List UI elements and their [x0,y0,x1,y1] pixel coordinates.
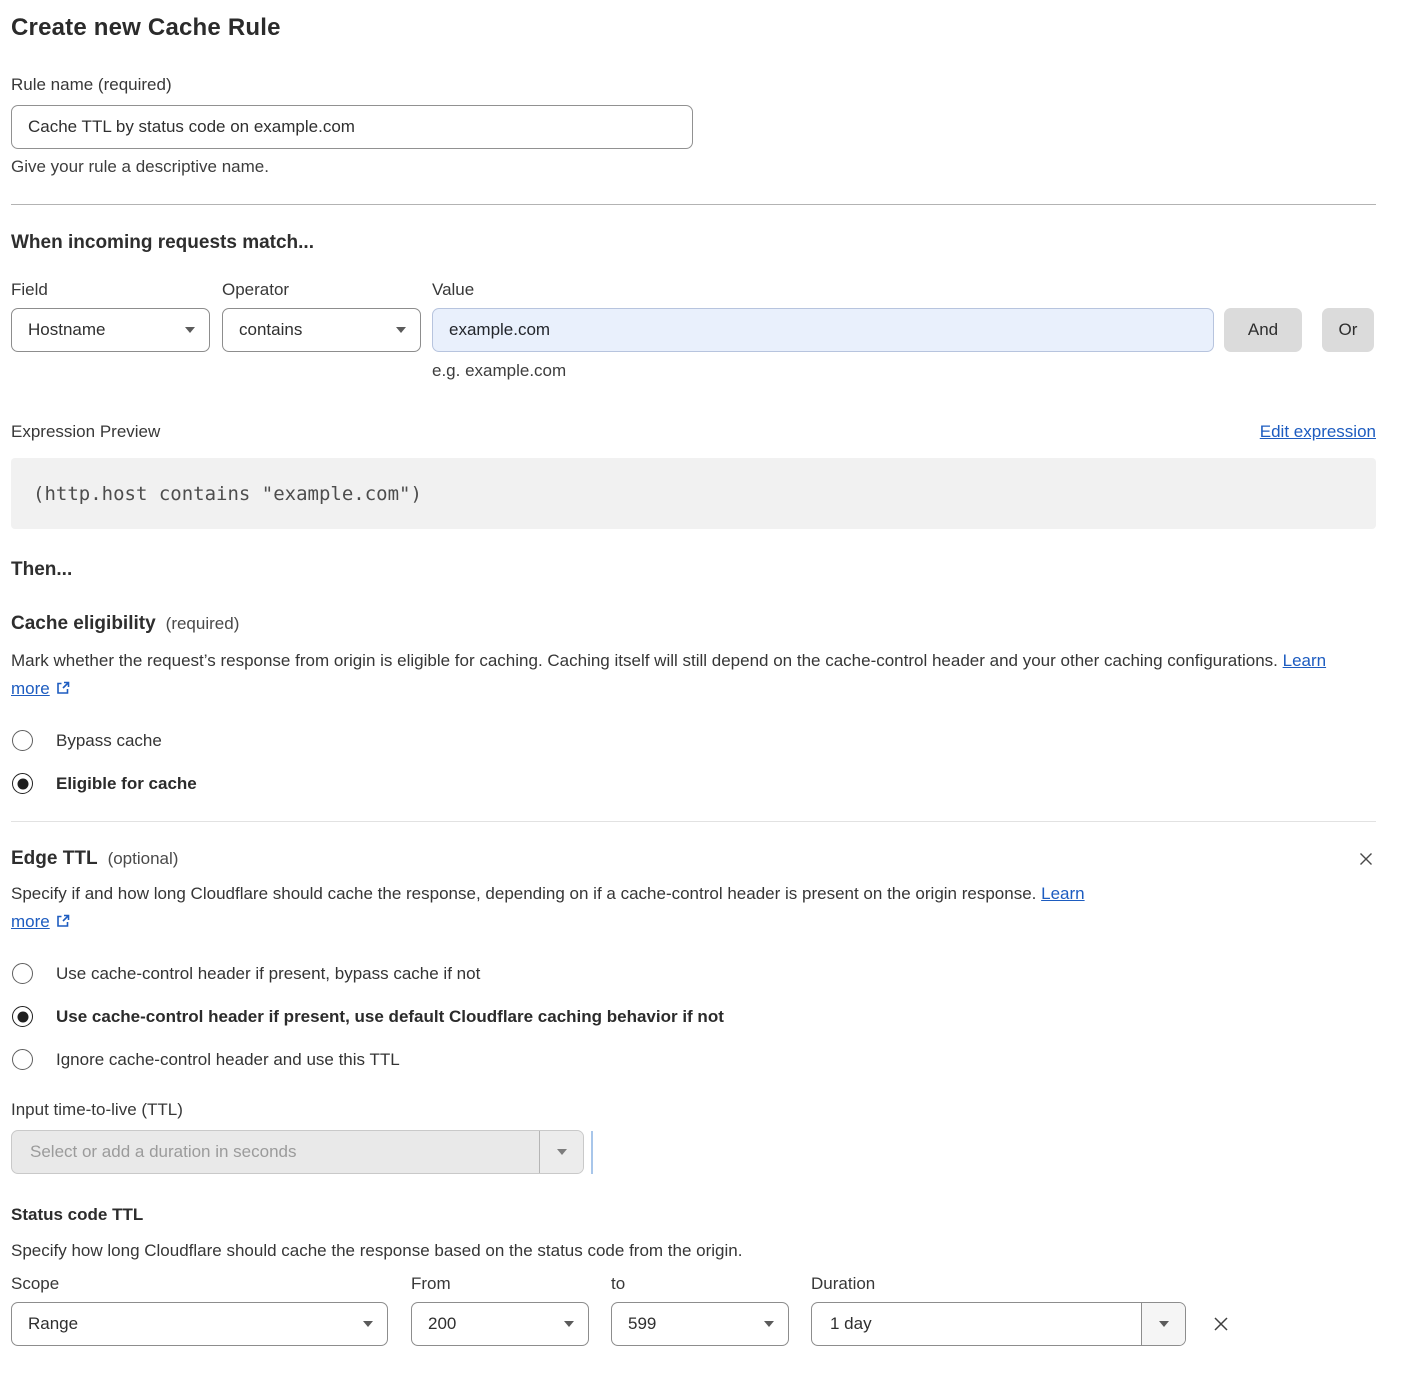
field-label: Field [11,280,222,300]
ttl-input-label: Input time-to-live (TTL) [11,1100,1376,1120]
edge-ttl-description: Specify if and how long Cloudflare shoul… [11,880,1115,936]
rule-name-label: Rule name (required) [11,75,1376,95]
match-condition-row: Hostname contains And Or [11,308,1376,352]
ttl-duration-dropdown-button [539,1131,583,1173]
caret-indicator [591,1131,593,1174]
cache-eligibility-description-text: Mark whether the request’s response from… [11,651,1278,670]
required-tag: (required) [166,614,240,634]
duration-select-value: 1 day [812,1303,1141,1345]
radio-option-eligible-for-cache[interactable]: Eligible for cache [11,773,1376,794]
duration-label: Duration [811,1274,875,1294]
from-label: From [411,1274,611,1294]
chevron-down-icon [396,327,406,333]
operator-label: Operator [222,280,432,300]
optional-tag: (optional) [108,849,179,869]
operator-select[interactable]: contains [222,308,421,352]
radio-checked-icon[interactable] [12,1006,33,1027]
edit-expression-link[interactable]: Edit expression [1260,422,1376,442]
value-label: Value [432,280,474,300]
and-button[interactable]: And [1224,308,1302,352]
ttl-duration-select: Select or add a duration in seconds [11,1130,584,1174]
scope-select[interactable]: Range [11,1302,388,1346]
expression-header: Expression Preview Edit expression [11,422,1376,442]
status-code-column-labels: Scope From to Duration [11,1274,1376,1294]
radio-option-label[interactable]: Ignore cache-control header and use this… [56,1050,400,1070]
expression-code: (http.host contains "example.com") [33,483,422,505]
radio-unchecked-icon[interactable] [12,1049,33,1070]
chevron-down-icon [557,1149,567,1155]
radio-option-use-header-bypass[interactable]: Use cache-control header if present, byp… [11,963,1376,984]
to-select-value: 599 [628,1314,656,1334]
section-divider [11,821,1376,822]
status-code-ttl-description: Specify how long Cloudflare should cache… [11,1241,1376,1261]
radio-option-label[interactable]: Use cache-control header if present, use… [56,1007,724,1027]
field-select[interactable]: Hostname [11,308,210,352]
rule-name-input[interactable] [11,105,693,149]
status-code-ttl-row: Range 200 599 1 day [11,1302,1376,1346]
field-select-value: Hostname [28,320,105,340]
radio-option-label[interactable]: Use cache-control header if present, byp… [56,964,480,984]
chevron-down-icon [564,1321,574,1327]
operator-select-value: contains [239,320,302,340]
radio-unchecked-icon[interactable] [12,963,33,984]
to-label: to [611,1274,811,1294]
cache-eligibility-header: Cache eligibility (required) [11,613,1376,635]
radio-option-label[interactable]: Bypass cache [56,731,162,751]
chevron-down-icon [185,327,195,333]
ttl-combo-wrap: Select or add a duration in seconds [11,1130,1376,1174]
scope-select-value: Range [28,1314,78,1334]
radio-option-use-header-default[interactable]: Use cache-control header if present, use… [11,1006,1376,1027]
chevron-down-icon [363,1321,373,1327]
match-column-labels: Field Operator Value [11,280,1376,300]
edge-ttl-description-text: Specify if and how long Cloudflare shoul… [11,884,1036,903]
radio-option-ignore-header[interactable]: Ignore cache-control header and use this… [11,1049,1376,1070]
expression-code-box: (http.host contains "example.com") [11,458,1376,529]
edge-ttl-header: Edge TTL (optional) [11,848,1376,870]
rule-name-help: Give your rule a descriptive name. [11,157,1376,177]
cache-eligibility-heading: Cache eligibility [11,613,156,635]
close-icon[interactable] [1356,849,1376,869]
value-hint: e.g. example.com [432,361,1376,381]
radio-option-label[interactable]: Eligible for cache [56,774,197,794]
to-select[interactable]: 599 [611,1302,789,1346]
chevron-down-icon [764,1321,774,1327]
duration-dropdown-button[interactable] [1141,1303,1185,1345]
cache-eligibility-description: Mark whether the request’s response from… [11,647,1347,703]
match-heading: When incoming requests match... [11,232,1376,254]
radio-option-bypass-cache[interactable]: Bypass cache [11,730,1376,751]
section-divider [11,204,1376,205]
page-title: Create new Cache Rule [11,14,1376,42]
external-link-icon [55,913,71,929]
from-select[interactable]: 200 [411,1302,589,1346]
status-code-ttl-heading: Status code TTL [11,1205,1376,1225]
ttl-duration-placeholder: Select or add a duration in seconds [12,1131,539,1173]
external-link-icon [55,680,71,696]
edge-ttl-heading: Edge TTL [11,848,98,870]
remove-row-icon[interactable] [1210,1313,1232,1335]
value-input[interactable] [432,308,1214,352]
duration-select[interactable]: 1 day [811,1302,1186,1346]
then-heading: Then... [11,559,1376,581]
or-button[interactable]: Or [1322,308,1374,352]
expression-preview-label: Expression Preview [11,422,160,442]
create-cache-rule-page: Create new Cache Rule Rule name (require… [0,0,1412,1376]
radio-checked-icon[interactable] [12,773,33,794]
from-select-value: 200 [428,1314,456,1334]
scope-label: Scope [11,1274,411,1294]
radio-unchecked-icon[interactable] [12,730,33,751]
chevron-down-icon [1159,1321,1169,1327]
